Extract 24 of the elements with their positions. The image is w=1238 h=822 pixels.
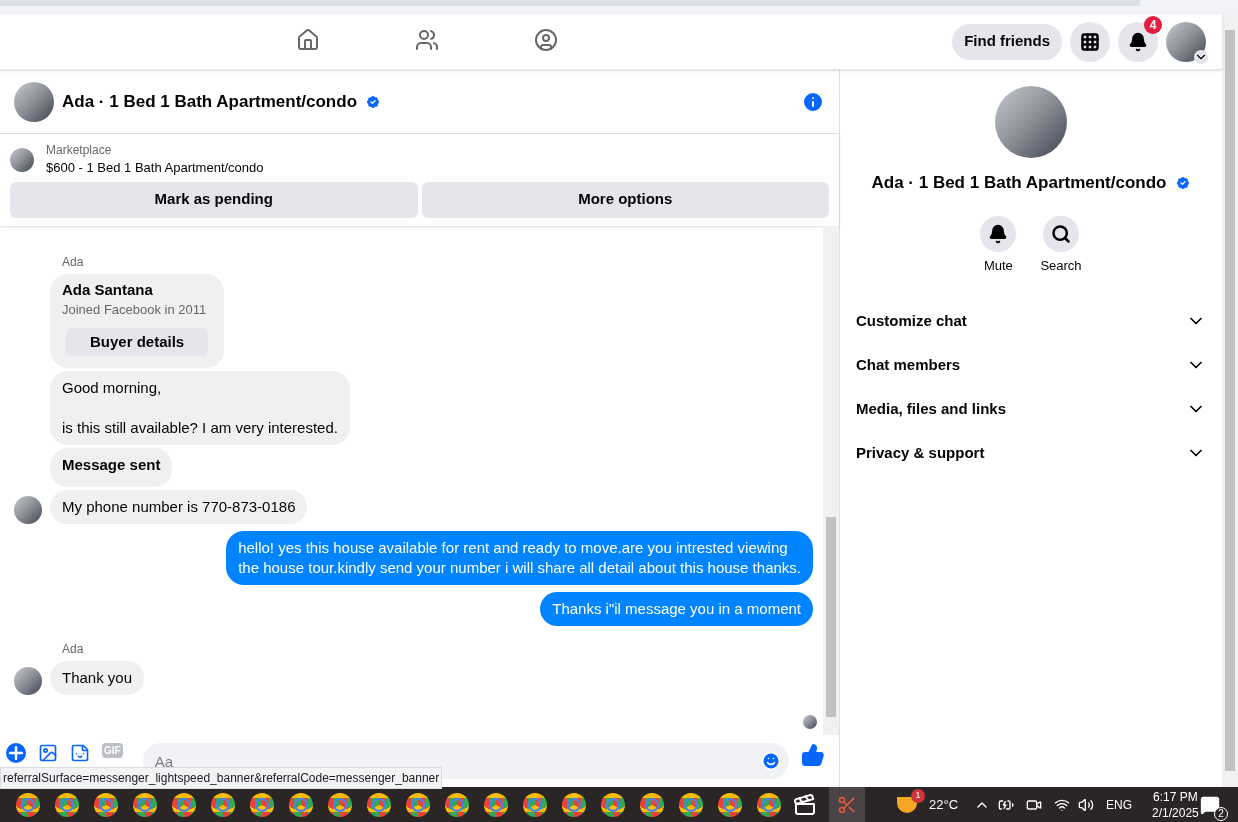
chat-action-label: Mute [983,256,1013,275]
clock-time: 6:17 PM [1153,788,1198,805]
buyer-joined: Joined Facebook in 2011 [62,300,207,319]
language: ENG [1106,796,1133,813]
chat-action-label: Search [1040,256,1082,275]
status-url-tooltip: referralSurface=messenger_lightspeed_banner&referralCode=messenger_banner [0,767,443,789]
incoming-message: Message sent [50,447,173,487]
incoming-message: Good morning, is this still available? I am very interested. [50,370,350,445]
weather-badge: 1 [911,788,925,803]
sender-name: Ada [62,640,84,657]
outgoing-message: hello! yes this house available for rent and ready to move.are you intrested viewing the house tour.kindly send your number i will share all detail about this house thanks. [226,530,813,585]
incoming-message: My phone number is 770-873-0186 [50,489,308,524]
chat-title: Ada · 1 Bed 1 Bath Apartment/condo [62,90,357,113]
temperature: 22°C [929,795,959,814]
listing-source: Marketplace [46,142,112,158]
notification-count: 2 [1214,806,1228,821]
sender-name: Ada [62,253,84,270]
details-title: Ada · 1 Bed 1 Bath Apartment/condo [871,172,1167,194]
buyer-name: Ada Santana [62,279,153,300]
clock-date: 2/1/2025 [1152,804,1199,821]
outgoing-message: Thanks i"il message you in a moment [540,591,813,626]
notification-badge: 4 [1144,15,1162,34]
listing-title: $600 - 1 Bed 1 Bath Apartment/condo [46,159,264,177]
incoming-message: Thank you [50,660,145,695]
